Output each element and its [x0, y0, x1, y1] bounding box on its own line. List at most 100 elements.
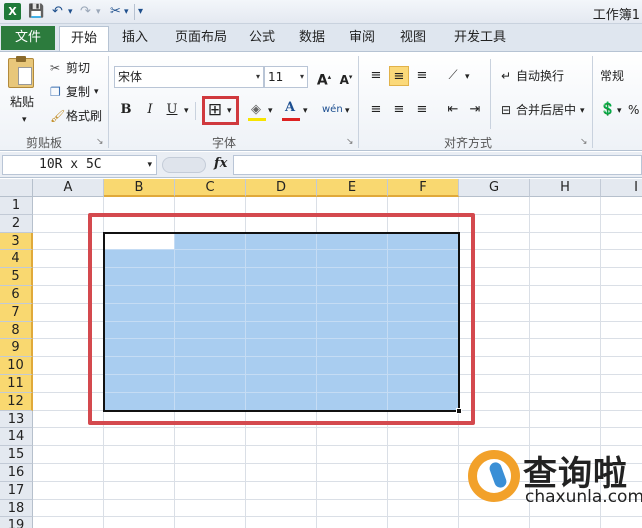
row-header-14[interactable]: 14: [0, 428, 33, 447]
decrease-indent-icon[interactable]: ⇤: [443, 100, 463, 120]
merge-center-icon[interactable]: ⊟: [496, 100, 516, 120]
orientation-dropdown-icon[interactable]: ▾: [465, 69, 470, 85]
copy-icon[interactable]: ❐: [50, 84, 61, 100]
phonetic-dropdown-icon[interactable]: ▾: [345, 103, 350, 119]
row-header-11[interactable]: 11: [0, 375, 33, 393]
tab-view[interactable]: 视图: [393, 26, 433, 51]
fill-color-dropdown-icon[interactable]: ▾: [268, 103, 273, 119]
column-header-c[interactable]: C: [175, 179, 246, 197]
row-header-18[interactable]: 18: [0, 499, 33, 518]
column-header-a[interactable]: A: [33, 179, 104, 197]
font-color-icon[interactable]: A: [280, 98, 300, 118]
excel-icon[interactable]: X: [4, 3, 21, 20]
font-launcher-icon[interactable]: ↘: [346, 137, 354, 147]
column-header-e[interactable]: E: [317, 179, 388, 197]
column-header-b[interactable]: B: [104, 179, 175, 197]
paste-dropdown-icon[interactable]: ▾: [22, 112, 27, 128]
row-header-2[interactable]: 2: [0, 214, 33, 233]
clipboard-launcher-icon[interactable]: ↘: [96, 137, 104, 147]
name-box[interactable]: 10R x 5C ▾: [2, 155, 157, 175]
phonetic-icon[interactable]: wén: [322, 100, 343, 120]
cut-button[interactable]: 剪切: [66, 60, 90, 76]
align-left-icon[interactable]: ≡: [366, 100, 386, 120]
italic-button[interactable]: I: [140, 100, 160, 120]
align-top-icon[interactable]: ≡: [366, 66, 386, 86]
row-header-4[interactable]: 4: [0, 250, 33, 269]
row-header-6[interactable]: 6: [0, 286, 33, 304]
column-header-d[interactable]: D: [246, 179, 317, 197]
tab-file[interactable]: 文件: [1, 26, 55, 50]
percent-button[interactable]: %: [628, 102, 639, 118]
currency-dropdown-icon[interactable]: ▾: [617, 103, 622, 119]
align-center-icon[interactable]: ≡: [389, 100, 409, 120]
row-header-7[interactable]: 7: [0, 303, 33, 322]
align-right-icon[interactable]: ≡: [412, 100, 432, 120]
column-header-f[interactable]: F: [388, 179, 459, 197]
tab-data[interactable]: 数据: [292, 26, 332, 51]
number-format-combo[interactable]: 常规: [600, 68, 624, 84]
underline-button[interactable]: U: [162, 100, 182, 120]
paste-button[interactable]: 粘贴: [10, 94, 34, 110]
increase-indent-icon[interactable]: ⇥: [465, 100, 485, 120]
orientation-icon[interactable]: ⟋: [443, 66, 463, 86]
formula-bar-handle[interactable]: [162, 157, 206, 173]
wrap-text-button[interactable]: 自动换行: [516, 68, 564, 84]
font-size-combo[interactable]: 11 ▾: [264, 66, 308, 88]
tools-icon[interactable]: ✂: [110, 4, 121, 20]
wrap-text-icon[interactable]: ↵: [496, 66, 516, 86]
tools-dropdown-icon[interactable]: ▾: [124, 4, 129, 20]
format-painter-button[interactable]: 格式刷: [66, 108, 102, 124]
customize-qat-icon[interactable]: ▾: [138, 4, 143, 20]
copy-dropdown-icon[interactable]: ▾: [94, 84, 99, 100]
tab-review[interactable]: 审阅: [342, 26, 382, 51]
tab-page-layout[interactable]: 页面布局: [168, 26, 234, 51]
row-header-5[interactable]: 5: [0, 268, 33, 286]
row-header-8[interactable]: 8: [0, 321, 33, 340]
formula-input[interactable]: [233, 155, 642, 175]
tab-insert[interactable]: 插入: [114, 26, 156, 51]
row-header-17[interactable]: 17: [0, 481, 33, 500]
bold-button[interactable]: B: [116, 100, 136, 120]
fill-color-icon[interactable]: ◈: [246, 100, 266, 120]
chevron-down-icon[interactable]: ▾: [300, 67, 304, 87]
redo-icon[interactable]: ↷: [80, 4, 91, 20]
redo-dropdown-icon[interactable]: ▾: [96, 4, 101, 20]
row-header-13[interactable]: 13: [0, 410, 33, 429]
font-color-dropdown-icon[interactable]: ▾: [303, 103, 308, 119]
undo-icon[interactable]: ↶: [52, 4, 63, 20]
insert-function-icon[interactable]: fx: [214, 156, 227, 171]
increase-font-button[interactable]: A▴: [314, 67, 334, 89]
align-bottom-icon[interactable]: ≡: [412, 66, 432, 86]
currency-icon[interactable]: 💲: [598, 100, 618, 120]
decrease-font-button[interactable]: A▾: [336, 67, 356, 87]
tab-home[interactable]: 开始: [59, 26, 109, 51]
column-header-h[interactable]: H: [530, 179, 601, 197]
chevron-down-icon[interactable]: ▾: [256, 67, 260, 87]
font-name-combo[interactable]: 宋体 ▾: [114, 66, 264, 88]
save-icon[interactable]: 💾: [28, 4, 44, 20]
undo-dropdown-icon[interactable]: ▾: [68, 4, 73, 20]
paste-icon[interactable]: [8, 56, 34, 88]
chevron-down-icon[interactable]: ▾: [147, 156, 152, 174]
row-header-9[interactable]: 9: [0, 339, 33, 358]
copy-button[interactable]: 复制: [66, 84, 90, 100]
merge-dropdown-icon[interactable]: ▾: [580, 103, 585, 119]
underline-dropdown-icon[interactable]: ▾: [184, 103, 189, 119]
row-header-3[interactable]: 3: [0, 232, 33, 251]
select-all-corner[interactable]: [0, 179, 33, 197]
tab-developer[interactable]: 开发工具: [447, 26, 513, 51]
align-middle-icon[interactable]: ≡: [389, 66, 409, 86]
column-header-g[interactable]: G: [459, 179, 530, 197]
row-header-15[interactable]: 15: [0, 446, 33, 464]
tab-formulas[interactable]: 公式: [242, 26, 282, 51]
merge-center-button[interactable]: 合并后居中: [516, 102, 576, 118]
row-header-10[interactable]: 10: [0, 357, 33, 375]
row-header-1[interactable]: 1: [0, 197, 33, 215]
column-header-i[interactable]: I: [601, 179, 642, 197]
cut-icon[interactable]: ✂: [50, 60, 60, 76]
row-header-12[interactable]: 12: [0, 392, 33, 411]
format-painter-icon[interactable]: 🖌: [50, 108, 65, 124]
row-header-16[interactable]: 16: [0, 464, 33, 482]
alignment-launcher-icon[interactable]: ↘: [580, 137, 588, 147]
row-header-19[interactable]: 19: [0, 517, 33, 528]
